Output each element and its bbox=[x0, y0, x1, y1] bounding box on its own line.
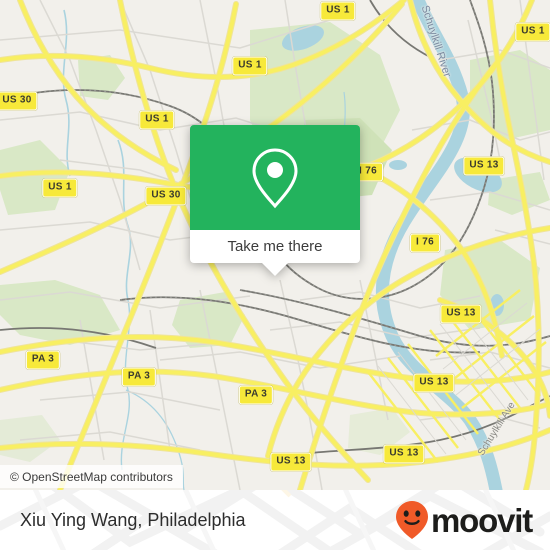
road-shield-us-1: US 1 bbox=[320, 1, 356, 21]
road-shield-pa-3: PA 3 bbox=[25, 350, 61, 370]
moovit-smiley-pin-icon bbox=[396, 501, 429, 539]
road-shield-us-13: US 13 bbox=[463, 156, 505, 176]
attribution-text: © OpenStreetMap contributors bbox=[10, 469, 173, 484]
take-me-there-label: Take me there bbox=[227, 238, 323, 255]
map-attribution: © OpenStreetMap contributors bbox=[0, 465, 183, 488]
road-shield-us-1: US 1 bbox=[515, 22, 550, 42]
road-shield-us-1: US 1 bbox=[42, 178, 78, 198]
map-canvas[interactable]: Schuylkill River Schuylkill Ave US 1 US … bbox=[0, 0, 550, 490]
road-shield-pa-3: PA 3 bbox=[121, 367, 157, 387]
popup-pointer-tail bbox=[262, 263, 288, 276]
road-shield-i-76: I 76 bbox=[410, 233, 440, 253]
road-shield-pa-3: PA 3 bbox=[238, 385, 274, 405]
road-shield-us-13: US 13 bbox=[413, 373, 455, 393]
location-pin-icon bbox=[252, 147, 298, 208]
road-shield-us-13: US 13 bbox=[270, 452, 312, 472]
popup-icon-area bbox=[190, 125, 360, 230]
footer-bar: Xiu Ying Wang, Philadelphia moovit bbox=[0, 490, 550, 550]
moovit-map-screen: Schuylkill River Schuylkill Ave US 1 US … bbox=[0, 0, 550, 550]
road-shield-us-1: US 1 bbox=[232, 56, 268, 76]
moovit-logo: moovit bbox=[395, 500, 533, 540]
road-shield-us-30: US 30 bbox=[0, 91, 38, 111]
road-shield-us-1: US 1 bbox=[139, 110, 175, 130]
place-title: Xiu Ying Wang, Philadelphia bbox=[20, 510, 246, 530]
footer-content: Xiu Ying Wang, Philadelphia moovit bbox=[0, 490, 550, 550]
road-shield-us-30: US 30 bbox=[145, 186, 187, 206]
location-popup-card[interactable]: Take me there bbox=[190, 125, 360, 276]
road-shield-us-13: US 13 bbox=[440, 304, 482, 324]
road-shield-us-13: US 13 bbox=[383, 444, 425, 464]
moovit-wordmark: moovit bbox=[431, 501, 533, 539]
take-me-there-button[interactable]: Take me there bbox=[190, 230, 360, 263]
